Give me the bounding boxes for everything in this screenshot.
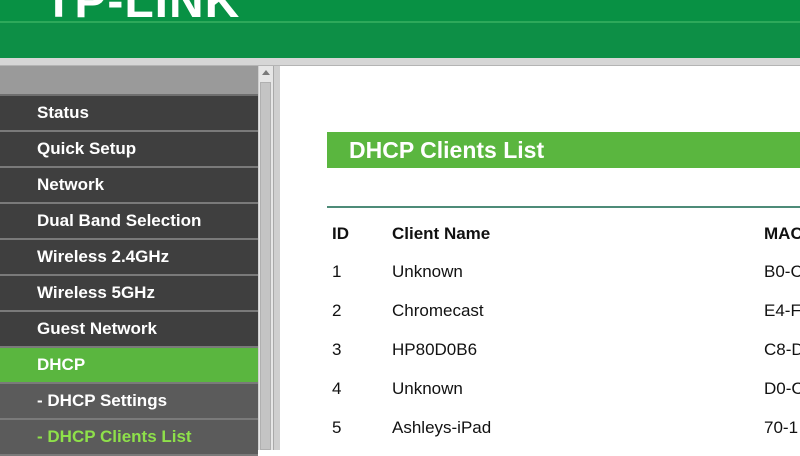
sidebar-item-network[interactable]: Network [0,168,258,204]
cell-mac: B0-C [764,262,800,281]
scrollbar-thumb[interactable] [260,82,271,450]
table-header-row: ID Client Name MAC [332,224,800,263]
cell-client-name: Ashleys-iPad [392,418,492,437]
sidebar-item-guest-network[interactable]: Guest Network [0,312,258,348]
cell-id: 5 [332,418,342,437]
column-header-id: ID [332,224,349,243]
sidebar-item-wireless-5ghz[interactable]: Wireless 5GHz [0,276,258,312]
cell-client-name: Unknown [392,262,463,281]
column-header-mac: MAC [764,224,800,243]
sidebar-scrollbar[interactable] [258,66,273,450]
sidebar-item-quick-setup[interactable]: Quick Setup [0,132,258,168]
scroll-up-arrow-icon[interactable] [262,70,270,75]
page-title: DHCP Clients List [327,132,800,168]
frame-divider [273,66,280,450]
cell-id: 2 [332,301,342,320]
cell-client-name: Chromecast [392,301,484,320]
cell-client-name: Unknown [392,379,463,398]
table-row: 3 HP80D0B6 C8-D [332,340,800,379]
table-row: 1 Unknown B0-C [332,262,800,301]
title-rule [327,206,800,208]
sidebar-menu: Status Quick Setup Network Dual Band Sel… [0,66,258,456]
cell-id: 4 [332,379,342,398]
table-row: 5 Ashleys-iPad 70-1 [332,418,800,450]
sidebar-subitem-dhcp-clients-list[interactable]: - DHCP Clients List [0,420,258,456]
cell-client-name: HP80D0B6 [392,340,478,359]
column-header-client-name: Client Name [392,224,491,243]
cell-mac: C8-D [764,340,800,359]
tp-link-logo: TP-LINK [44,0,241,28]
sidebar-item-status[interactable]: Status [0,96,258,132]
cell-id: 1 [332,262,342,281]
header-subbar [0,58,800,66]
sidebar-item-dhcp[interactable]: DHCP [0,348,258,384]
table-row: 2 Chromecast E4-F [332,301,800,340]
sidebar-item-wireless-2-4ghz[interactable]: Wireless 2.4GHz [0,240,258,276]
sidebar-top-spacer [0,66,258,96]
cell-mac: 70-1 [764,418,799,437]
cell-id: 3 [332,340,342,359]
table-row: 4 Unknown D0-C [332,379,800,418]
main-content: DHCP Clients List ID Client Name MAC 1 U… [280,66,800,450]
sidebar-item-dual-band-selection[interactable]: Dual Band Selection [0,204,258,240]
cell-mac: D0-C [764,379,800,398]
cell-mac: E4-F [764,301,800,320]
sidebar-subitem-dhcp-settings[interactable]: - DHCP Settings [0,384,258,420]
top-header: TP-LINK [0,0,800,58]
